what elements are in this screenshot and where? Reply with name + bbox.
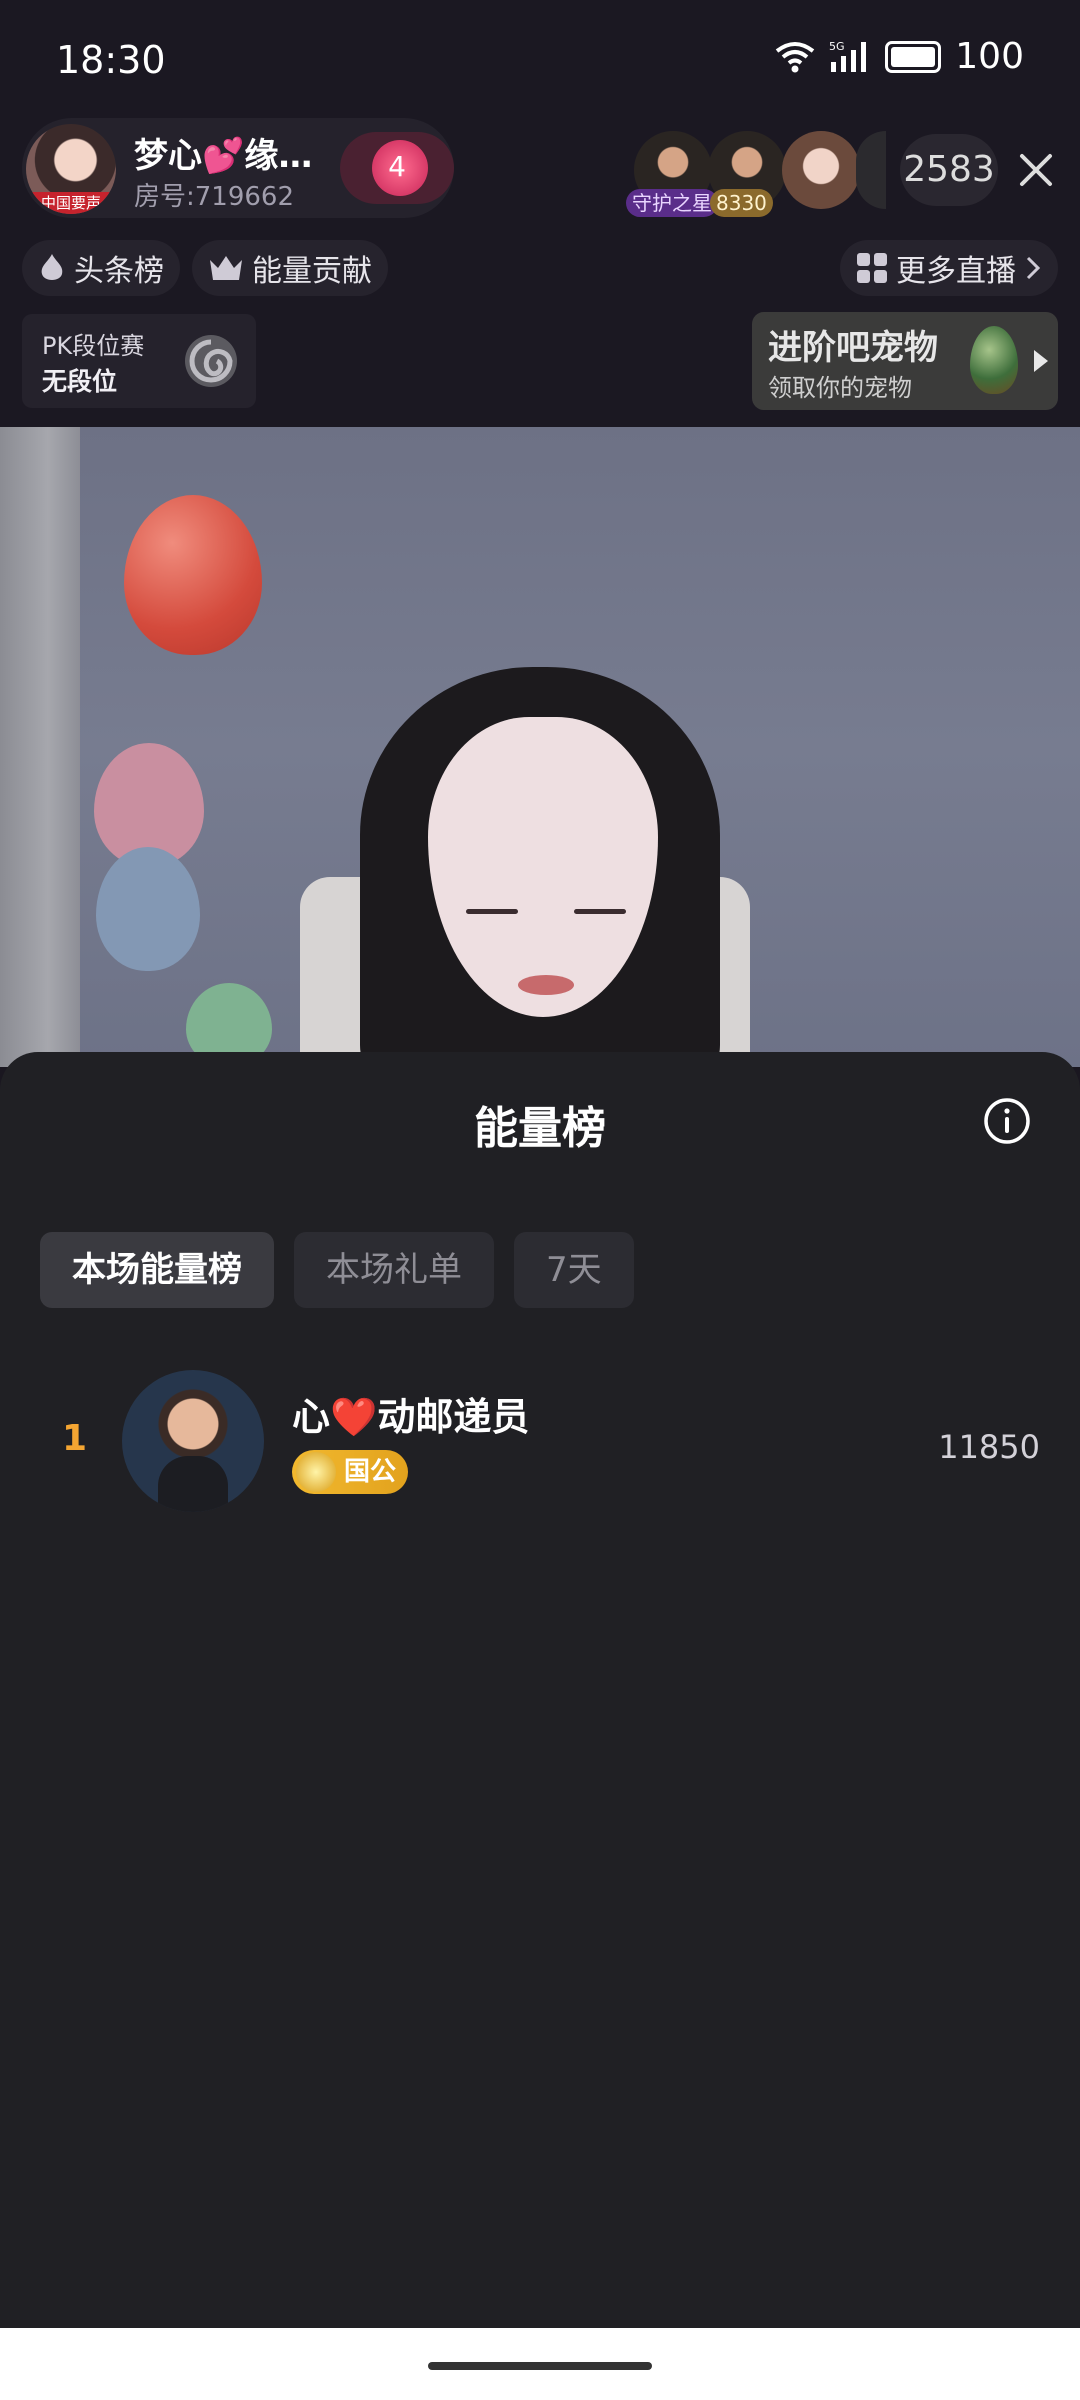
avatar-body (158, 1456, 228, 1512)
pet-egg-icon (970, 326, 1018, 394)
heart-count: 4 (388, 150, 406, 183)
link-row: 头条榜 能量贡献 更多直播 (0, 240, 1080, 296)
host-name: 梦心💕缘… (134, 136, 313, 176)
video-balloon (96, 847, 200, 971)
pet-subtitle: 领取你的宠物 (768, 374, 912, 402)
info-icon[interactable] (982, 1096, 1032, 1146)
sheet-title: 能量榜 (474, 1103, 606, 1154)
tab-session-gifts[interactable]: 本场礼单 (294, 1232, 494, 1308)
headline-rank-label: 头条榜 (74, 254, 164, 289)
status-icons: 5G 100 (775, 36, 1024, 77)
swirl-icon (185, 335, 237, 387)
host-avatar[interactable]: 中国要声 (26, 124, 116, 214)
host-avatar-tag: 中国要声 (26, 192, 116, 214)
rank-number: 1 (62, 1418, 88, 1459)
battery-icon (885, 40, 942, 73)
rank-tabs: 本场能量榜 本场礼单 7天 (40, 1232, 634, 1308)
live-video[interactable] (0, 427, 1080, 1067)
noble-badge-label: 国公 (344, 1457, 397, 1487)
host-info[interactable]: 中国要声 梦心💕缘… 房号:719662 4 (22, 118, 454, 218)
noble-badge: 国公 (292, 1450, 409, 1494)
svg-text:5G: 5G (829, 40, 845, 53)
pk-rank: 无段位 (42, 367, 118, 396)
pk-rank-card[interactable]: PK段位赛 无段位 (22, 314, 256, 408)
play-arrow-icon (1034, 350, 1048, 372)
energy-contribution-link[interactable]: 能量贡献 (192, 240, 388, 296)
avatar[interactable] (122, 1370, 264, 1512)
tab-7-days[interactable]: 7天 (514, 1232, 634, 1308)
flame-icon (41, 254, 63, 280)
status-time: 18:30 (56, 38, 166, 82)
follow-heart-button[interactable]: 4 (340, 132, 454, 204)
video-eye (466, 909, 518, 914)
status-bar: 18:30 5G 100 (0, 0, 1080, 110)
guardian-badge: 守护之星 (626, 189, 718, 217)
close-icon[interactable] (1014, 148, 1058, 192)
home-indicator[interactable] (428, 2362, 652, 2370)
grid-icon (857, 253, 887, 283)
more-live-link[interactable]: 更多直播 (840, 240, 1058, 296)
energy-rank-sheet: 能量榜 本场能量榜 本场礼单 7天 1 心❤️动邮递员 国公 11850 (0, 1052, 1080, 2328)
video-curtain (0, 427, 80, 1067)
viewer-avatar[interactable] (782, 131, 860, 209)
gesture-area (0, 2328, 1080, 2400)
pet-title: 进阶吧宠物 (768, 328, 938, 368)
gem-icon (296, 1452, 336, 1492)
viewer-avatar[interactable]: 守护之星 (626, 131, 718, 217)
pk-label: PK段位赛 (42, 332, 145, 360)
energy-contribution-label: 能量贡献 (252, 254, 372, 289)
more-live-label: 更多直播 (896, 254, 1016, 289)
video-balloon (124, 495, 262, 655)
video-eye (574, 909, 626, 914)
signal-icon: 5G (829, 40, 867, 72)
level-badge: 8330 (710, 189, 773, 217)
crown-icon (210, 256, 242, 280)
user-name: 心❤️动邮递员 (292, 1395, 530, 1439)
room-number: 房号:719662 (134, 182, 295, 212)
pet-promo-card[interactable]: 进阶吧宠物 领取你的宠物 (752, 312, 1058, 410)
video-lips (518, 975, 574, 995)
headline-rank-link[interactable]: 头条榜 (22, 240, 180, 296)
live-header: 18:30 5G 100 中国要声 梦心💕缘… 房号:719662 4 守护之星… (0, 0, 1080, 427)
viewer-avatar[interactable] (856, 131, 886, 209)
viewer-count[interactable]: 2583 (900, 134, 998, 206)
battery-level: 100 (955, 36, 1024, 77)
tab-session-energy[interactable]: 本场能量榜 (40, 1232, 274, 1308)
chevron-right-icon (1026, 256, 1041, 280)
wifi-icon (776, 41, 815, 72)
viewer-avatar[interactable]: 8330 (708, 131, 786, 217)
viewer-list[interactable]: 守护之星 8330 2583 (626, 128, 1058, 217)
list-item[interactable]: 1 心❤️动邮递员 国公 11850 (0, 1370, 1080, 1520)
energy-score: 11850 (938, 1428, 1040, 1466)
